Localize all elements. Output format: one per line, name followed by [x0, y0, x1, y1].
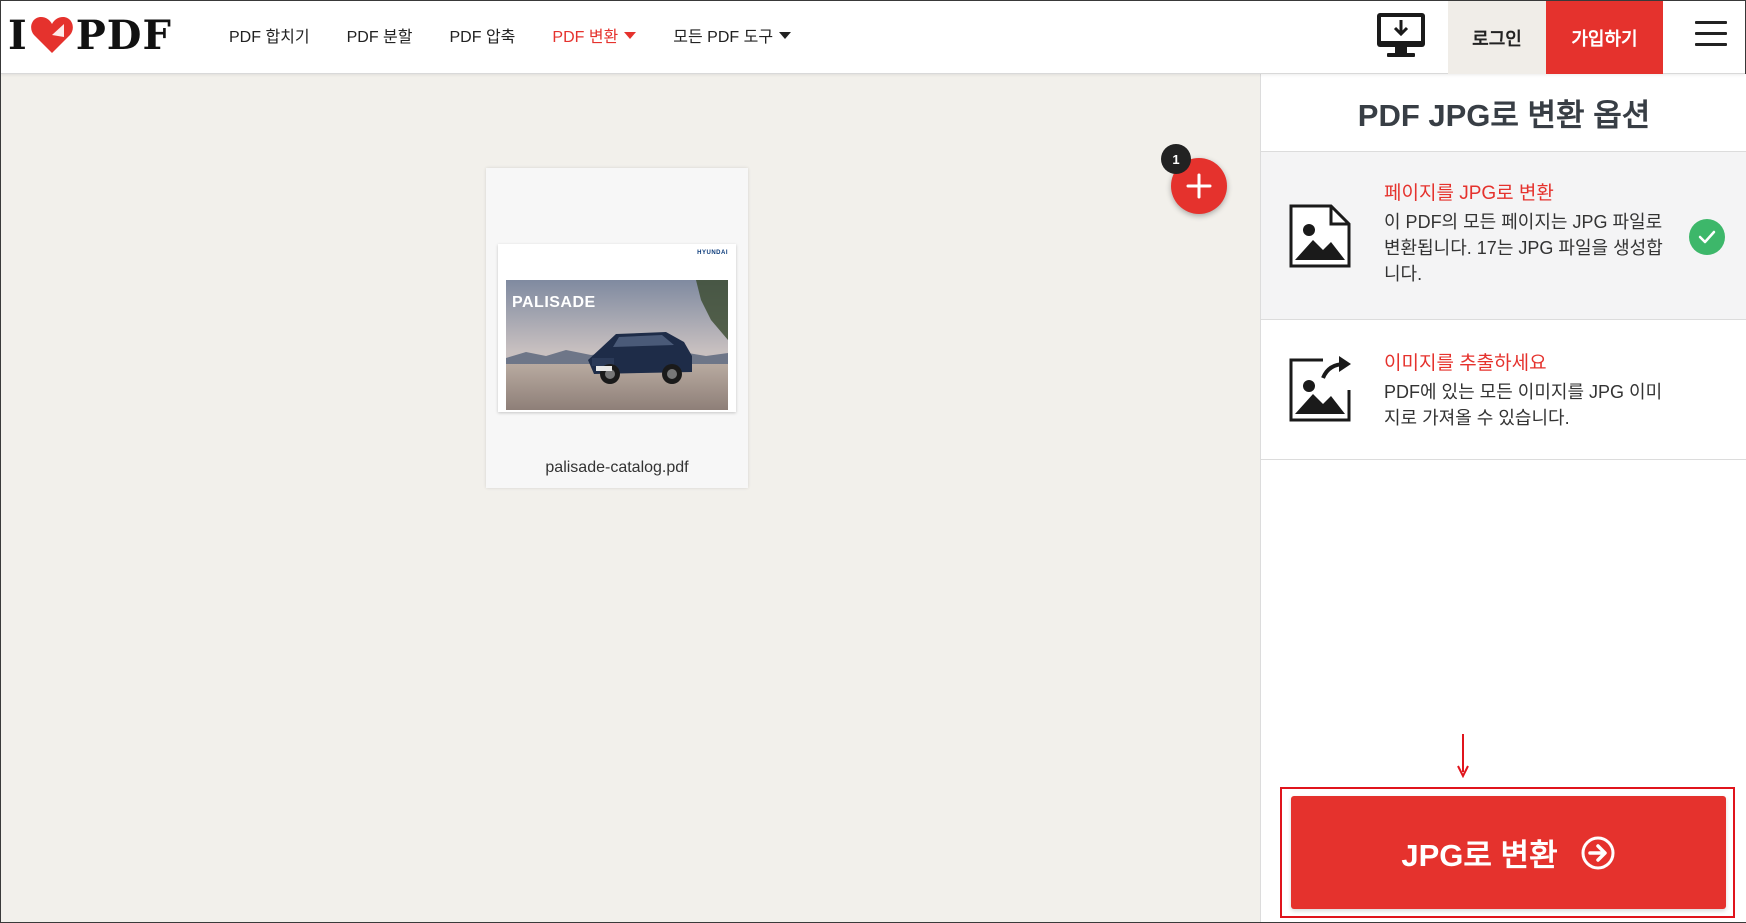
nav-label: 모든 PDF 도구: [673, 29, 774, 46]
nav-split-pdf[interactable]: PDF 분할: [347, 23, 413, 47]
nav-label: PDF 압축: [449, 29, 516, 46]
option-title: 페이지를 JPG로 변환: [1384, 183, 1554, 204]
logo-letter-i: I: [8, 11, 28, 59]
plus-icon: [1186, 173, 1212, 199]
option-description: PDF에 있는 모든 이미지를 JPG 이미지로 가져올 수 있습니다.: [1384, 382, 1663, 428]
nav-label: PDF 합치기: [229, 29, 310, 46]
thumbnail-brand: HYUNDAI: [697, 250, 728, 256]
sidebar-title: PDF JPG로 변환 옵션: [1261, 74, 1746, 152]
login-button[interactable]: 로그인: [1448, 1, 1546, 74]
image-document-icon: [1289, 204, 1351, 268]
option-text: 페이지를 JPG로 변환 이 PDF의 모든 페이지는 JPG 파일로 변환됩니…: [1384, 178, 1674, 287]
caret-down-icon: [624, 31, 637, 39]
option-extract-images[interactable]: 이미지를 추출하세요 PDF에 있는 모든 이미지를 JPG 이미지로 가져올 …: [1261, 320, 1746, 460]
hamburger-menu-icon[interactable]: [1695, 21, 1727, 47]
file-card[interactable]: HYUNDAI PALISADE palisade-catalog.pdf: [486, 168, 748, 488]
caret-down-icon: [779, 31, 792, 39]
option-text: 이미지를 추출하세요 PDF에 있는 모든 이미지를 JPG 이미지로 가져올 …: [1384, 348, 1674, 431]
file-workspace: HYUNDAI PALISADE palisade-catalog.pdf 1: [1, 74, 1260, 922]
option-title: 이미지를 추출하세요: [1384, 353, 1547, 374]
main-nav: PDF 합치기 PDF 분할 PDF 압축 PDF 변환 모든 PDF 도구: [229, 1, 828, 69]
desktop-download-icon[interactable]: [1375, 11, 1427, 59]
nav-merge-pdf[interactable]: PDF 합치기: [229, 23, 310, 47]
check-icon: [1689, 219, 1725, 255]
top-header: I PDF PDF 합치기 PDF 분할 PDF 압축 PDF 변환 모든 PD…: [1, 1, 1745, 74]
annotation-arrow: [1457, 734, 1469, 778]
nav-compress-pdf[interactable]: PDF 압축: [450, 23, 516, 47]
file-name: palisade-catalog.pdf: [545, 459, 689, 476]
ilovepdf-logo[interactable]: I PDF: [8, 11, 172, 59]
convert-to-jpg-button[interactable]: JPG로 변환: [1291, 796, 1726, 909]
nav-label: PDF 변환: [552, 29, 619, 46]
thumbnail-title: PALISADE: [512, 294, 596, 311]
file-count-badge: 1: [1161, 144, 1191, 174]
file-thumbnail: HYUNDAI PALISADE: [498, 244, 736, 412]
option-description: 이 PDF의 모든 페이지는 JPG 파일로 변환됩니다. 17는 JPG 파일…: [1384, 212, 1663, 284]
heart-icon: [30, 17, 73, 53]
convert-label: JPG로 변환: [1401, 838, 1558, 873]
nav-convert-pdf[interactable]: PDF 변환: [552, 23, 637, 47]
logo-text-pdf: PDF: [75, 11, 172, 59]
nav-all-tools[interactable]: 모든 PDF 도구: [673, 23, 792, 47]
image-extract-icon: [1289, 356, 1351, 422]
nav-label: PDF 분할: [346, 29, 413, 46]
option-page-to-jpg[interactable]: 페이지를 JPG로 변환 이 PDF의 모든 페이지는 JPG 파일로 변환됩니…: [1261, 152, 1746, 320]
arrow-right-circle-icon: [1581, 836, 1615, 869]
signup-button[interactable]: 가입하기: [1546, 1, 1663, 74]
